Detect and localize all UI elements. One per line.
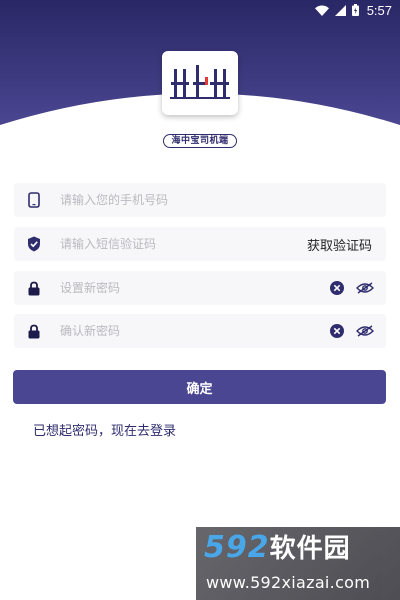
clear-icon[interactable] bbox=[330, 324, 344, 338]
lock-icon bbox=[14, 281, 54, 296]
app-logo bbox=[162, 51, 238, 115]
eye-off-icon[interactable] bbox=[356, 282, 374, 294]
clear-icon[interactable] bbox=[330, 281, 344, 295]
lock-icon bbox=[14, 324, 54, 339]
wifi-icon bbox=[314, 5, 329, 16]
phone-icon bbox=[14, 192, 54, 208]
watermark-brand: 592软件园 bbox=[204, 533, 351, 563]
new-password-field bbox=[14, 271, 386, 305]
back-to-login-link[interactable]: 已想起密码，现在去登录 bbox=[33, 420, 176, 439]
confirm-password-input[interactable] bbox=[54, 314, 330, 348]
status-bar: 5:57 bbox=[0, 0, 400, 20]
watermark: 592软件园 www.592xiazai.com bbox=[196, 527, 400, 600]
new-password-input[interactable] bbox=[54, 271, 330, 305]
get-code-button[interactable]: 获取验证码 bbox=[307, 235, 372, 254]
watermark-digits: 592 bbox=[204, 530, 270, 565]
status-time: 5:57 bbox=[366, 2, 392, 18]
shield-check-icon bbox=[14, 236, 54, 252]
watermark-url: www.592xiazai.com bbox=[206, 573, 371, 592]
app-name-badge: 海中宝司机端 bbox=[163, 134, 237, 148]
battery-icon bbox=[351, 4, 359, 16]
sms-code-field: 获取验证码 bbox=[14, 227, 386, 261]
forgot-password-screen: 5:57 海中宝司机端 请输入您的手机号码 请输入短信验证码 获取验证码 确定 … bbox=[0, 0, 400, 600]
confirm-password-field bbox=[14, 314, 386, 348]
confirm-button[interactable]: 确定 bbox=[13, 370, 386, 404]
phone-input[interactable] bbox=[54, 183, 386, 217]
hzb-logo-icon bbox=[170, 65, 230, 99]
phone-field bbox=[14, 183, 386, 217]
eye-off-icon[interactable] bbox=[356, 325, 374, 337]
signal-icon bbox=[334, 4, 346, 16]
watermark-text: 软件园 bbox=[269, 534, 351, 564]
sms-code-input[interactable] bbox=[54, 227, 307, 261]
